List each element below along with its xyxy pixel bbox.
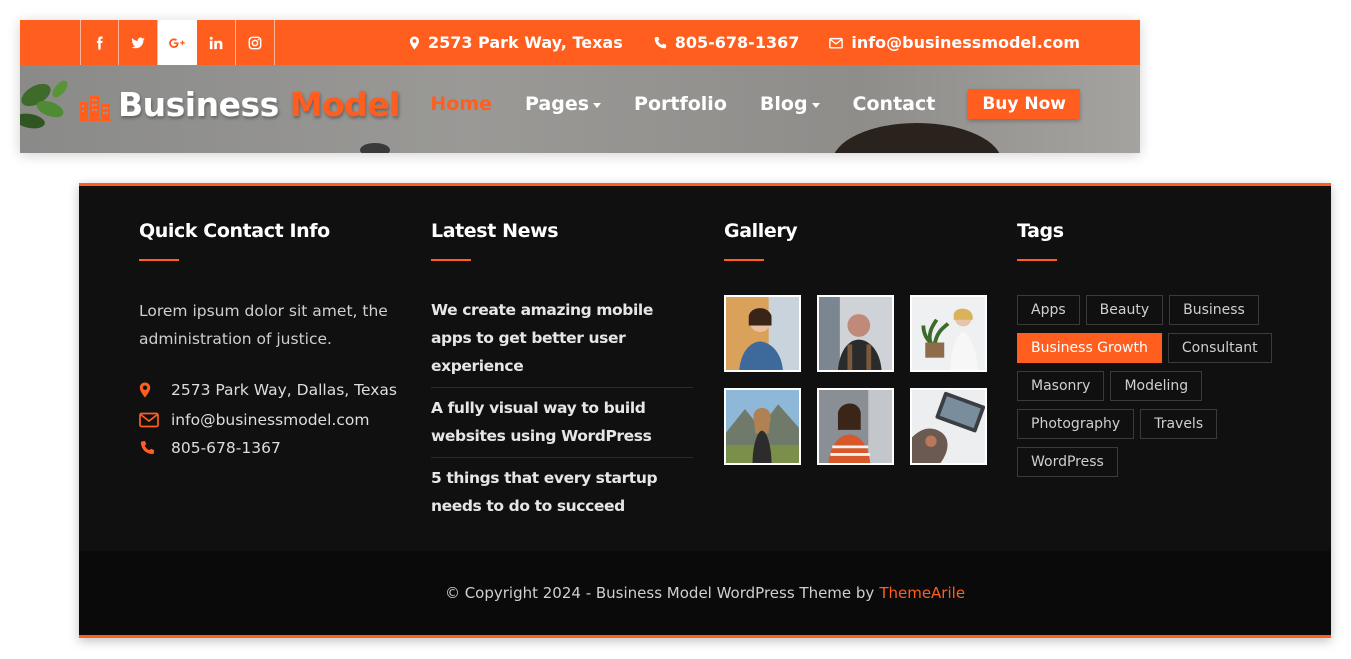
copyright-text: © Copyright 2024 - Business Model WordPr… bbox=[444, 584, 875, 602]
gallery-photo-laptop-workspace bbox=[912, 390, 985, 463]
tag-link[interactable]: Travels bbox=[1140, 409, 1218, 439]
title-underline bbox=[724, 259, 764, 261]
instagram-link[interactable] bbox=[236, 20, 275, 65]
news-link[interactable]: 5 things that every startup needs to do … bbox=[431, 464, 693, 527]
title-underline bbox=[139, 259, 179, 261]
linkedin-link[interactable] bbox=[197, 20, 236, 65]
header-contact-strip: 2573 Park Way, Texas 805-678-1367 info@b… bbox=[409, 20, 1080, 65]
gallery-thumbnail[interactable] bbox=[910, 295, 987, 372]
gallery-photo-woman-denim bbox=[726, 297, 799, 370]
building-logo-icon bbox=[79, 95, 111, 121]
tag-link[interactable]: WordPress bbox=[1017, 447, 1118, 477]
google-plus-icon bbox=[169, 37, 185, 48]
nav-item-portfolio[interactable]: Portfolio bbox=[634, 93, 727, 115]
title-underline bbox=[431, 259, 471, 261]
footer-gallery-title: Gallery bbox=[724, 220, 798, 242]
gallery-photo-woman-back bbox=[819, 297, 892, 370]
map-marker-icon bbox=[409, 35, 419, 50]
site-title-word2: Model bbox=[289, 85, 401, 124]
tag-link[interactable]: Consultant bbox=[1167, 333, 1272, 363]
nav-blog-label: Blog bbox=[759, 93, 808, 115]
nav-pages-label: Pages bbox=[525, 93, 590, 115]
title-underline bbox=[1017, 259, 1057, 261]
site-footer: Quick Contact Info Lorem ipsum dolor sit… bbox=[79, 183, 1331, 638]
tag-link[interactable]: Apps bbox=[1017, 295, 1080, 325]
tag-cloud: Apps Beauty Business Business Growth Consult… bbox=[1017, 295, 1287, 477]
twitter-icon bbox=[131, 37, 145, 48]
footer-tags-widget: Tags Apps Beauty Business Business Growth Co… bbox=[1017, 220, 1287, 477]
envelope-icon bbox=[139, 412, 159, 428]
linkedin-icon bbox=[209, 36, 223, 49]
site-logo[interactable]: Business Model bbox=[78, 85, 401, 124]
tag-link[interactable]: Beauty bbox=[1085, 295, 1164, 325]
main-navbar: Business Model Home Pages Portfolio Blog… bbox=[20, 65, 1140, 153]
footer-address: 2573 Park Way, Dallas, Texas bbox=[139, 381, 404, 399]
copyright-bar: © Copyright 2024 - Business Model WordPr… bbox=[79, 551, 1331, 635]
facebook-icon bbox=[96, 35, 103, 50]
gallery-photo-woman-mountains bbox=[726, 390, 799, 463]
site-header: 2573 Park Way, Texas 805-678-1367 info@b… bbox=[20, 20, 1140, 153]
gallery-photo-plant-desk bbox=[912, 297, 985, 370]
theme-author-link[interactable]: ThemeArile bbox=[879, 584, 965, 602]
top-bar: 2573 Park Way, Texas 805-678-1367 info@b… bbox=[20, 20, 1140, 65]
nav-item-pages[interactable]: Pages bbox=[525, 93, 602, 115]
header-address: 2573 Park Way, Texas bbox=[409, 33, 623, 52]
site-title: Business Model bbox=[118, 85, 401, 124]
caret-down-icon bbox=[593, 103, 602, 108]
news-list: We create amazing mobile apps to get bet… bbox=[431, 296, 693, 527]
map-marker-icon bbox=[139, 382, 151, 398]
header-address-text: 2573 Park Way, Texas bbox=[427, 33, 623, 52]
facebook-link[interactable] bbox=[80, 20, 119, 65]
header-phone[interactable]: 805-678-1367 bbox=[653, 33, 800, 52]
gallery-grid bbox=[724, 295, 989, 465]
gallery-photo-women-office bbox=[819, 390, 892, 463]
nav-home-label: Home bbox=[430, 93, 492, 115]
nav-item-blog[interactable]: Blog bbox=[760, 93, 820, 115]
news-link[interactable]: We create amazing mobile apps to get bet… bbox=[431, 296, 693, 388]
header-email-text: info@businessmodel.com bbox=[851, 33, 1080, 52]
hero-background-shape bbox=[360, 143, 390, 153]
social-links bbox=[80, 20, 275, 65]
footer-news-title: Latest News bbox=[431, 220, 559, 242]
footer-about-text: Lorem ipsum dolor sit amet, the administ… bbox=[139, 302, 388, 348]
gallery-thumbnail[interactable] bbox=[817, 295, 894, 372]
footer-gallery-widget: Gallery bbox=[724, 220, 989, 465]
nav-item-home[interactable]: Home bbox=[430, 93, 492, 115]
buy-now-button[interactable]: Buy Now bbox=[968, 89, 1080, 119]
tag-link[interactable]: Business Growth bbox=[1017, 333, 1162, 363]
gallery-thumbnail[interactable] bbox=[724, 295, 801, 372]
instagram-icon bbox=[248, 36, 262, 49]
nav-item-contact[interactable]: Contact bbox=[853, 93, 936, 115]
nav-portfolio-label: Portfolio bbox=[634, 93, 727, 115]
header-phone-text: 805-678-1367 bbox=[674, 33, 800, 52]
footer-contact-widget: Quick Contact Info Lorem ipsum dolor sit… bbox=[139, 220, 404, 457]
tag-link[interactable]: Masonry bbox=[1017, 371, 1105, 401]
phone-icon bbox=[140, 441, 154, 455]
phone-icon bbox=[654, 36, 666, 48]
gallery-thumbnail[interactable] bbox=[817, 388, 894, 465]
nav-contact-label: Contact bbox=[852, 93, 936, 115]
footer-phone[interactable]: 805-678-1367 bbox=[139, 439, 404, 457]
footer-email[interactable]: info@businessmodel.com bbox=[139, 411, 404, 429]
primary-menu: Home Pages Portfolio Blog Contact Buy No… bbox=[430, 89, 1080, 119]
footer-email-text: info@businessmodel.com bbox=[171, 411, 370, 429]
news-link[interactable]: A fully visual way to build websites usi… bbox=[431, 394, 693, 458]
footer-contact-title: Quick Contact Info bbox=[139, 220, 330, 242]
footer-phone-text: 805-678-1367 bbox=[171, 439, 281, 457]
header-email[interactable]: info@businessmodel.com bbox=[829, 33, 1080, 52]
google-plus-link[interactable] bbox=[158, 20, 197, 65]
gallery-thumbnail[interactable] bbox=[724, 388, 801, 465]
footer-news-widget: Latest News We create amazing mobile app… bbox=[431, 220, 693, 533]
footer-address-text: 2573 Park Way, Dallas, Texas bbox=[171, 381, 397, 399]
site-title-word1: Business bbox=[118, 85, 279, 124]
tag-link[interactable]: Photography bbox=[1017, 409, 1135, 439]
gallery-thumbnail[interactable] bbox=[910, 388, 987, 465]
tag-link[interactable]: Modeling bbox=[1110, 371, 1203, 401]
hero-person-silhouette bbox=[832, 123, 1002, 153]
twitter-link[interactable] bbox=[119, 20, 158, 65]
caret-down-icon bbox=[811, 103, 820, 108]
envelope-icon bbox=[829, 37, 844, 49]
footer-tags-title: Tags bbox=[1017, 220, 1064, 242]
tag-link[interactable]: Business bbox=[1169, 295, 1259, 325]
